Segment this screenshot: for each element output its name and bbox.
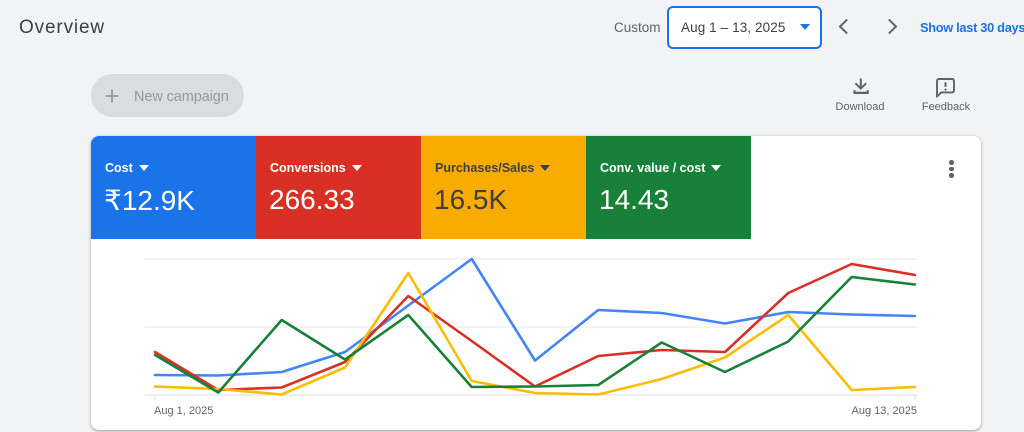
svg-text:Aug 13, 2025: Aug 13, 2025 xyxy=(852,405,917,417)
svg-text:Aug 1, 2025: Aug 1, 2025 xyxy=(154,405,213,417)
